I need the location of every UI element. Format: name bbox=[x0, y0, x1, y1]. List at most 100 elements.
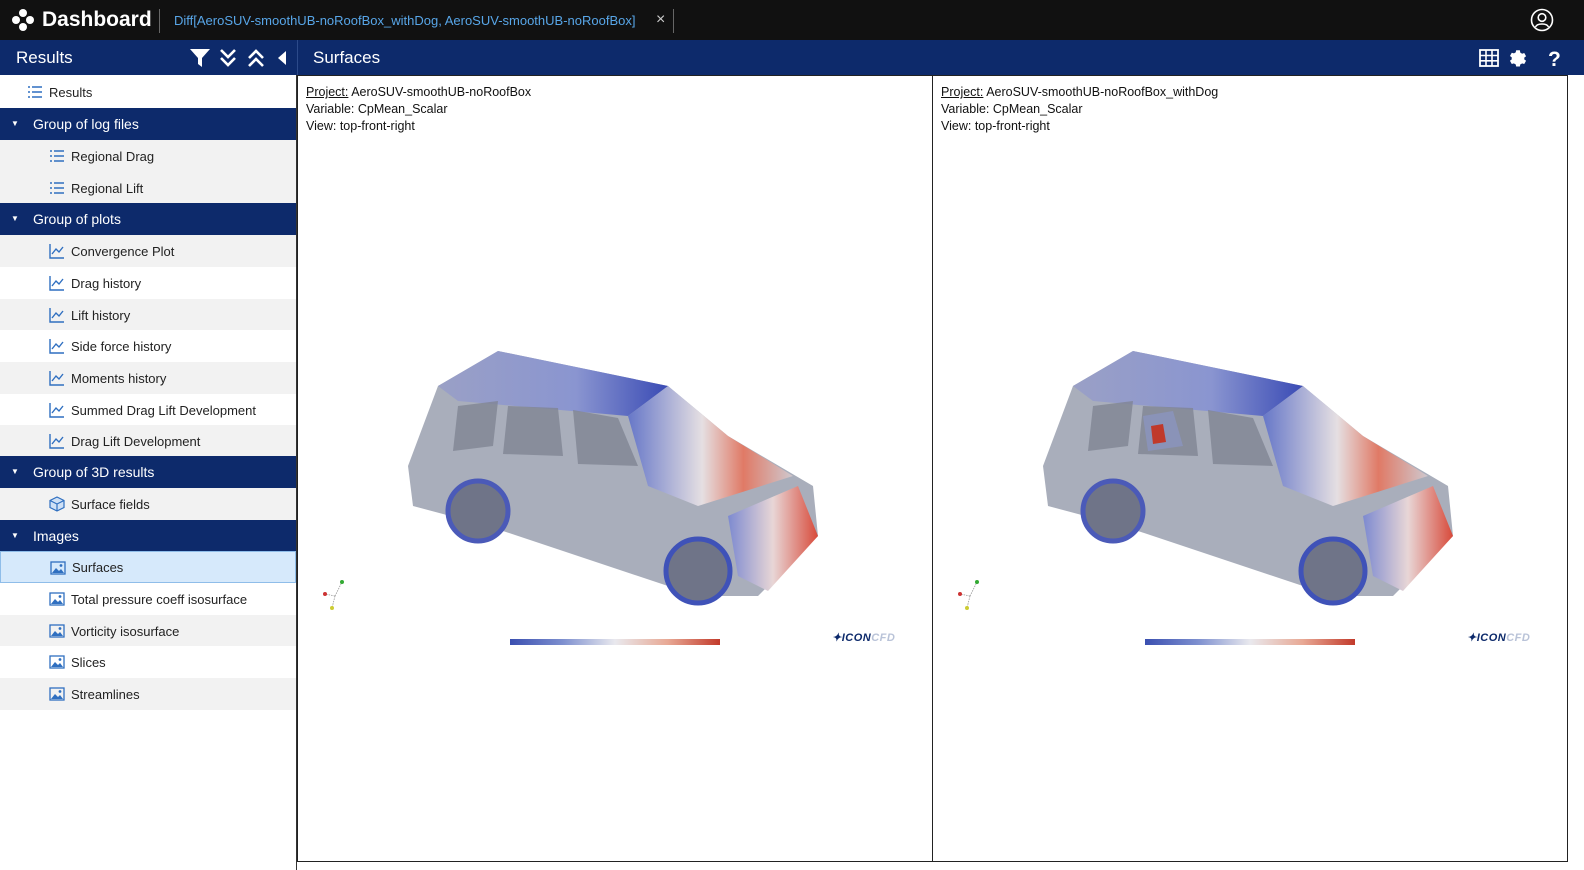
caret-down-icon[interactable]: ▼ bbox=[11, 467, 19, 476]
dashboard-logo-icon[interactable] bbox=[12, 8, 34, 32]
group-label: Group of plots bbox=[33, 211, 121, 227]
tree-item-regional-drag[interactable]: Regional Drag bbox=[0, 140, 296, 172]
svg-text:?: ? bbox=[1548, 48, 1561, 69]
iconcfd-logo: ✦ICONCFD bbox=[832, 632, 896, 644]
divider bbox=[297, 40, 298, 75]
header-bar: Results Surfaces ? bbox=[0, 40, 1584, 75]
tree-item-label: Summed Drag Lift Development bbox=[71, 402, 256, 418]
tree-item-label: Surface fields bbox=[71, 496, 150, 512]
tree-item-surfaces[interactable]: Surfaces bbox=[0, 551, 296, 583]
list-icon bbox=[28, 86, 42, 98]
image-icon bbox=[50, 561, 66, 575]
viewport-left[interactable]: Project: AeroSUV-smoothUB-noRoofBox Vari… bbox=[297, 75, 933, 862]
tree-item-label: Surfaces bbox=[72, 559, 124, 575]
tree-root-results[interactable]: Results bbox=[0, 76, 296, 108]
user-account-icon[interactable] bbox=[1530, 8, 1554, 32]
tree-item-drag-lift-development[interactable]: Drag Lift Development bbox=[0, 425, 296, 457]
project-label: Project: bbox=[306, 85, 349, 99]
variable-text: Variable: CpMean_Scalar bbox=[941, 102, 1083, 116]
tree-item-convergence-plot[interactable]: Convergence Plot bbox=[0, 235, 296, 267]
cube-icon bbox=[49, 496, 65, 512]
tree-item-label: Streamlines bbox=[71, 686, 140, 702]
results-tree: Results ▼ Group of log files Regional Dr… bbox=[0, 75, 297, 870]
group-log-files[interactable]: ▼ Group of log files bbox=[0, 108, 296, 140]
tree-item-label: Lift history bbox=[71, 307, 131, 323]
filter-icon[interactable] bbox=[189, 47, 211, 69]
group-label: Images bbox=[33, 528, 79, 544]
tree-item-label: Convergence Plot bbox=[71, 243, 175, 259]
collapse-sidebar-icon[interactable] bbox=[274, 47, 290, 69]
chart-line-icon bbox=[49, 403, 64, 418]
tree-item-total-pressure-isosurface[interactable]: Total pressure coeff isosurface bbox=[0, 583, 296, 615]
group-images[interactable]: ▼ Images bbox=[0, 520, 296, 552]
caret-down-icon[interactable]: ▼ bbox=[11, 214, 19, 223]
help-icon[interactable]: ? bbox=[1544, 47, 1566, 69]
tree-item-label: Regional Drag bbox=[71, 148, 155, 164]
list-icon bbox=[50, 150, 64, 162]
divider bbox=[673, 9, 674, 33]
axes-triad-icon bbox=[323, 580, 344, 610]
image-icon bbox=[49, 687, 65, 701]
tree-item-label: Regional Lift bbox=[71, 180, 144, 196]
tree-item-label: Drag Lift Development bbox=[71, 433, 201, 449]
axes-triad-icon bbox=[958, 580, 979, 610]
project-label: Project: bbox=[941, 85, 984, 99]
iconcfd-logo: ✦ICONCFD bbox=[1467, 632, 1531, 644]
viewport-info: Project: AeroSUV-smoothUB-noRoofBox_with… bbox=[941, 84, 1218, 135]
view-text: View: top-front-right bbox=[941, 119, 1050, 133]
panel-title: Surfaces bbox=[313, 48, 381, 67]
results-title: Results bbox=[16, 48, 73, 67]
car-surface-render bbox=[408, 351, 818, 606]
viewport-right[interactable]: Project: AeroSUV-smoothUB-noRoofBox_with… bbox=[932, 75, 1568, 862]
chart-line-icon bbox=[49, 434, 64, 449]
tree-item-label: Moments history bbox=[71, 370, 167, 386]
list-icon bbox=[50, 182, 64, 194]
tree-item-streamlines[interactable]: Streamlines bbox=[0, 678, 296, 710]
tab-close-icon[interactable]: × bbox=[656, 11, 665, 29]
caret-down-icon[interactable]: ▼ bbox=[11, 531, 19, 540]
project-name: AeroSUV-smoothUB-noRoofBox bbox=[351, 85, 532, 99]
tree-item-vorticity-isosurface[interactable]: Vorticity isosurface bbox=[0, 615, 296, 647]
tree-item-surface-fields[interactable]: Surface fields bbox=[0, 488, 296, 520]
group-label: Group of 3D results bbox=[33, 464, 155, 480]
group-3d-results[interactable]: ▼ Group of 3D results bbox=[0, 456, 296, 488]
chart-line-icon bbox=[49, 308, 64, 323]
tree-item-drag-history[interactable]: Drag history bbox=[0, 267, 296, 299]
tree-item-regional-lift[interactable]: Regional Lift bbox=[0, 172, 296, 204]
app-title[interactable]: Dashboard bbox=[42, 8, 152, 32]
tree-item-label: Results bbox=[49, 84, 93, 100]
color-legend bbox=[1145, 629, 1357, 649]
grid-layout-icon[interactable] bbox=[1478, 47, 1500, 69]
tab-diff[interactable]: Diff[AeroSUV-smoothUB-noRoofBox_withDog,… bbox=[174, 13, 635, 28]
tree-item-label: Side force history bbox=[71, 338, 172, 354]
group-label: Group of log files bbox=[33, 116, 139, 132]
divider bbox=[159, 9, 160, 33]
color-legend bbox=[510, 629, 722, 649]
tree-item-label: Drag history bbox=[71, 275, 142, 291]
caret-down-icon[interactable]: ▼ bbox=[11, 119, 19, 128]
top-bar: Dashboard Diff[AeroSUV-smoothUB-noRoofBo… bbox=[0, 0, 1584, 40]
tree-item-lift-history[interactable]: Lift history bbox=[0, 299, 296, 331]
project-name: AeroSUV-smoothUB-noRoofBox_withDog bbox=[986, 85, 1219, 99]
tree-item-moments-history[interactable]: Moments history bbox=[0, 362, 296, 394]
tree-item-label: Vorticity isosurface bbox=[71, 623, 180, 639]
chart-line-icon bbox=[49, 339, 64, 354]
chart-line-icon bbox=[49, 371, 64, 386]
tree-item-label: Slices bbox=[71, 654, 106, 670]
view-text: View: top-front-right bbox=[306, 119, 415, 133]
tree-item-summed-drag-lift[interactable]: Summed Drag Lift Development bbox=[0, 394, 296, 426]
image-icon bbox=[49, 655, 65, 669]
tree-item-slices[interactable]: Slices bbox=[0, 646, 296, 678]
chart-line-icon bbox=[49, 244, 64, 259]
expand-all-icon[interactable] bbox=[217, 47, 239, 69]
group-plots[interactable]: ▼ Group of plots bbox=[0, 203, 296, 235]
settings-gear-icon[interactable] bbox=[1506, 47, 1528, 69]
tree-item-side-force-history[interactable]: Side force history bbox=[0, 330, 296, 362]
car-surface-render bbox=[1043, 351, 1453, 606]
tree-item-label: Total pressure coeff isosurface bbox=[71, 591, 248, 607]
image-icon bbox=[49, 592, 65, 606]
image-icon bbox=[49, 624, 65, 638]
variable-text: Variable: CpMean_Scalar bbox=[306, 102, 448, 116]
collapse-all-icon[interactable] bbox=[245, 47, 267, 69]
viewport-info: Project: AeroSUV-smoothUB-noRoofBox Vari… bbox=[306, 84, 531, 135]
